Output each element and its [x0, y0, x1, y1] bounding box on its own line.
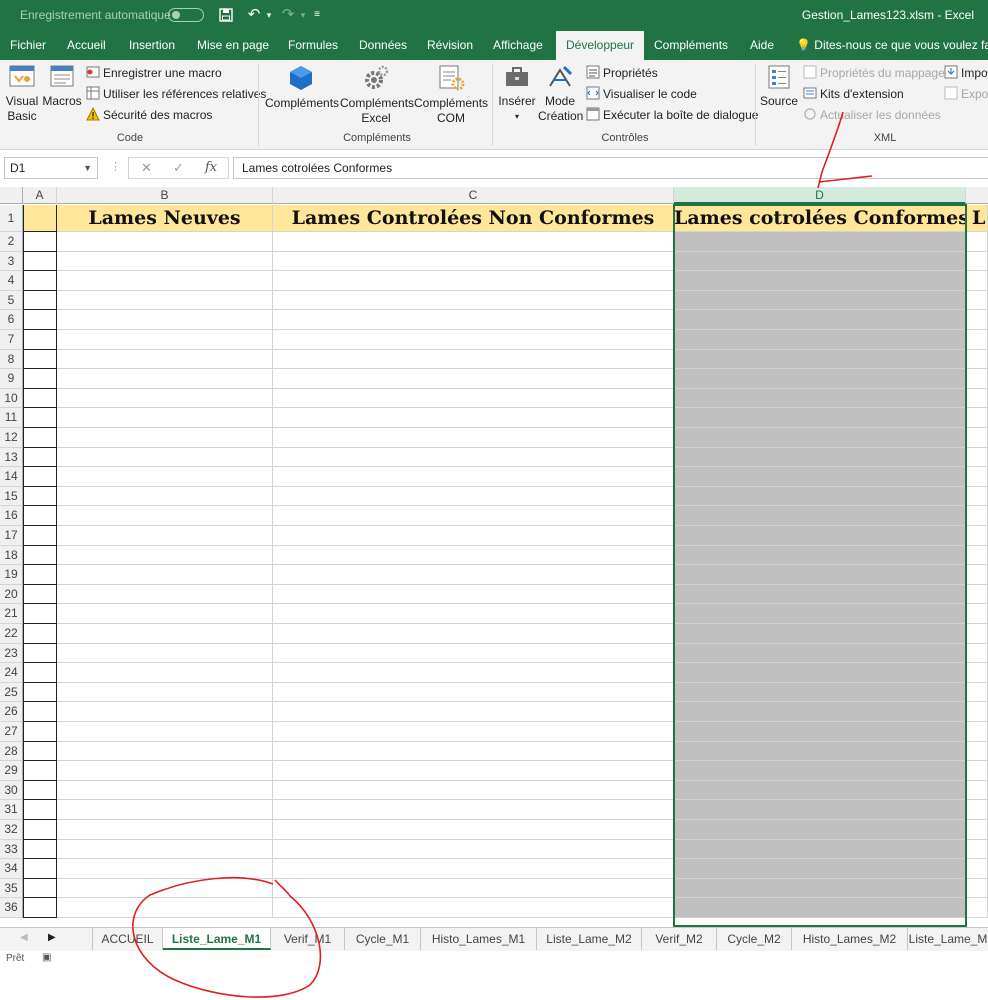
annotation-circle [132, 876, 322, 998]
annotation-arrow [817, 111, 873, 189]
excel-window: Enregistrement automatique ↶ ▾ ↷ ▾ ≡ Ges… [0, 0, 988, 1000]
annotation-overlay [132, 111, 873, 998]
